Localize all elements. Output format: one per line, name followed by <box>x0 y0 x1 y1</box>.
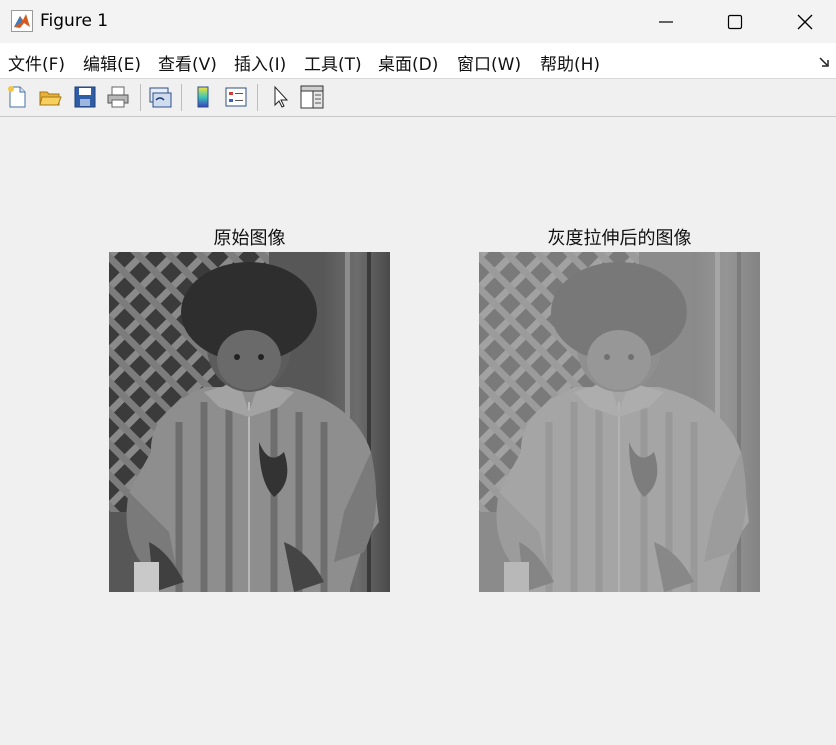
stretched-image[interactable] <box>479 252 760 592</box>
matlab-icon[interactable] <box>11 10 33 32</box>
minimize-icon <box>659 20 673 23</box>
save-button[interactable] <box>71 83 99 111</box>
link-plot-button[interactable] <box>146 83 174 111</box>
maximize-icon <box>727 14 743 29</box>
insert-colorbar-icon <box>197 86 209 108</box>
new-figure-icon <box>8 86 26 108</box>
print-button[interactable] <box>104 83 132 111</box>
maximize-button[interactable] <box>700 0 770 43</box>
menu-desktop[interactable]: 桌面(D) <box>378 50 438 75</box>
toolbar-separator <box>140 84 141 111</box>
edit-plot-button[interactable] <box>266 83 294 111</box>
save-icon <box>74 86 96 108</box>
minimize-button[interactable] <box>631 0 701 43</box>
insert-colorbar-button[interactable] <box>189 83 217 111</box>
toolbar-separator <box>257 84 258 111</box>
window-title: Figure 1 <box>40 11 109 31</box>
menu-tools[interactable]: 工具(T) <box>304 50 362 75</box>
close-button[interactable] <box>770 0 836 43</box>
figure-toolbar <box>0 79 836 117</box>
toolbar-separator <box>181 84 182 111</box>
edit-plot-icon <box>274 85 289 108</box>
dock-arrow-icon[interactable] <box>818 53 830 72</box>
menu-help[interactable]: 帮助(H) <box>540 50 600 75</box>
close-icon <box>797 14 813 29</box>
print-icon <box>107 86 129 108</box>
link-plot-icon <box>149 87 172 108</box>
menu-view[interactable]: 查看(V) <box>158 50 217 75</box>
new-figure-button[interactable] <box>3 83 31 111</box>
menu-edit[interactable]: 编辑(E) <box>83 50 141 75</box>
open-file-icon <box>39 91 62 106</box>
property-inspector-icon <box>300 85 324 109</box>
menu-bar: 文件(F) 编辑(E) 查看(V) 插入(I) 工具(T) 桌面(D) 窗口(W… <box>0 43 836 79</box>
title-bar: Figure 1 <box>0 0 836 43</box>
insert-legend-icon <box>225 87 247 107</box>
menu-window[interactable]: 窗口(W) <box>457 50 521 75</box>
menu-insert[interactable]: 插入(I) <box>234 50 286 75</box>
menu-file[interactable]: 文件(F) <box>8 50 65 75</box>
axes-title-stretched: 灰度拉伸后的图像 <box>547 228 692 249</box>
original-image[interactable] <box>109 252 390 592</box>
axes-title-original: 原始图像 <box>213 228 286 249</box>
open-file-button[interactable] <box>36 83 64 111</box>
insert-legend-button[interactable] <box>222 83 250 111</box>
property-inspector-button[interactable] <box>298 83 326 111</box>
